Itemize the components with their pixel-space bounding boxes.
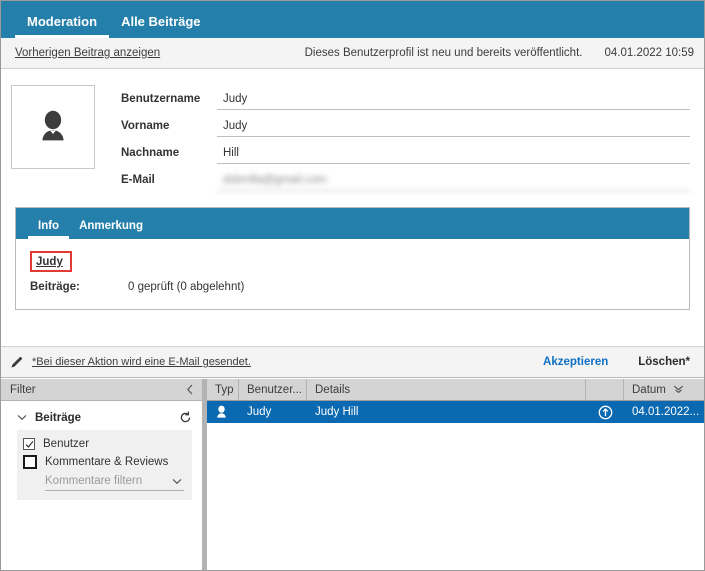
- field-value-vorname[interactable]: Judy: [217, 120, 690, 137]
- field-value-nachname[interactable]: Hill: [217, 147, 690, 164]
- field-label-nachname: Nachname: [121, 147, 217, 164]
- tab-moderation[interactable]: Moderation: [15, 15, 109, 38]
- grid-column-header-flag[interactable]: [586, 379, 624, 400]
- kommentare-filter-placeholder: Kommentare filtern: [45, 475, 166, 487]
- field-value-email[interactable]: dsbmlla@gmail.com: [217, 174, 690, 191]
- tab-anmerkung-label: Anmerkung: [79, 220, 143, 232]
- grid-column-header-details-label: Details: [315, 384, 350, 396]
- grid-cell-details: Judy Hill: [307, 406, 586, 418]
- grid-empty-area: [207, 423, 704, 570]
- grid-column-header-typ[interactable]: Typ: [207, 379, 239, 400]
- grid-cell-datum: 04.01.2022...: [624, 406, 704, 418]
- pencil-icon[interactable]: [9, 355, 24, 370]
- results-grid: Typ Benutzer... Details Datum: [207, 379, 704, 570]
- chevron-down-icon[interactable]: [166, 478, 182, 485]
- detail-row-beitraege: Beiträge: 0 geprüft (0 abgelehnt): [30, 281, 675, 293]
- grid-column-header-typ-label: Typ: [215, 384, 234, 396]
- action-bar: *Bei dieser Aktion wird eine E-Mail gese…: [1, 346, 704, 378]
- filter-checkbox-kommentare-label: Kommentare & Reviews: [45, 456, 168, 468]
- grid-column-header-datum[interactable]: Datum: [624, 379, 704, 400]
- tab-moderation-label: Moderation: [27, 14, 97, 29]
- grid-column-header-benutzer[interactable]: Benutzer...: [239, 379, 307, 400]
- grid-column-header-benutzer-label: Benutzer...: [247, 384, 302, 396]
- detail-key-beitraege: Beiträge:: [30, 281, 128, 293]
- filter-pane: Filter Beiträge: [1, 379, 202, 570]
- field-row-vorname: Vorname Judy: [121, 110, 690, 137]
- field-value-benutzername[interactable]: Judy: [217, 93, 690, 110]
- chevron-left-icon[interactable]: [186, 384, 194, 395]
- email-note-link[interactable]: *Bei dieser Aktion wird eine E-Mail gese…: [32, 356, 251, 368]
- tab-info[interactable]: Info: [28, 220, 69, 239]
- filter-pane-body: Beiträge: [1, 401, 202, 570]
- grid-column-header-datum-label: Datum: [632, 384, 666, 396]
- delete-button[interactable]: Löschen*: [638, 356, 690, 368]
- kommentare-filter-select[interactable]: Kommentare filtern: [45, 474, 184, 491]
- detail-card-tab-bar: Info Anmerkung: [16, 208, 689, 239]
- person-icon: [36, 109, 70, 145]
- profile-fields: Benutzername Judy Vorname Judy Nachname …: [121, 83, 690, 191]
- tab-anmerkung[interactable]: Anmerkung: [69, 220, 153, 239]
- highlighted-user-link[interactable]: Judy: [30, 251, 72, 272]
- avatar: [11, 85, 95, 169]
- tab-alle-beitraege[interactable]: Alle Beiträge: [109, 15, 212, 38]
- sort-descending-icon[interactable]: [673, 385, 684, 394]
- filter-group-box: Benutzer Kommentare & Reviews Kommentare…: [17, 430, 192, 500]
- tab-alle-beitraege-label: Alle Beiträge: [121, 14, 200, 29]
- grid-column-header-details[interactable]: Details: [307, 379, 586, 400]
- person-icon: [215, 405, 228, 419]
- info-strip: Vorherigen Beitrag anzeigen Dieses Benut…: [1, 38, 704, 69]
- grid-cell-typ: [207, 405, 239, 419]
- previous-post-link[interactable]: Vorherigen Beitrag anzeigen: [15, 47, 160, 59]
- filter-checkbox-benutzer-label: Benutzer: [43, 438, 89, 450]
- detail-card: Info Anmerkung Judy Beiträge: 0 geprüft …: [15, 207, 690, 310]
- field-row-benutzername: Benutzername Judy: [121, 83, 690, 110]
- refresh-icon[interactable]: [179, 411, 192, 424]
- grid-header-row: Typ Benutzer... Details Datum: [207, 379, 704, 401]
- highlighted-user-label: Judy: [36, 256, 63, 268]
- tab-info-label: Info: [38, 220, 59, 232]
- moderation-window: Moderation Alle Beiträge Vorherigen Beit…: [0, 0, 705, 571]
- table-row[interactable]: Judy Judy Hill 04.01.2022...: [207, 401, 704, 423]
- filter-checkbox-kommentare[interactable]: Kommentare & Reviews: [23, 455, 184, 469]
- checkbox-checked-icon[interactable]: [23, 438, 35, 450]
- bottom-panel: Filter Beiträge: [1, 379, 704, 570]
- field-label-vorname: Vorname: [121, 120, 217, 137]
- filter-pane-header: Filter: [1, 379, 202, 401]
- detail-card-body: Judy Beiträge: 0 geprüft (0 abgelehnt): [16, 239, 689, 309]
- checkbox-unchecked-icon[interactable]: [23, 455, 37, 469]
- field-label-email: E-Mail: [121, 174, 217, 191]
- chevron-down-icon[interactable]: [17, 414, 27, 421]
- status-text: Dieses Benutzerprofil ist neu und bereit…: [305, 47, 583, 59]
- filter-group-header[interactable]: Beiträge: [17, 411, 192, 424]
- filter-pane-title: Filter: [10, 384, 36, 396]
- filter-checkbox-benutzer[interactable]: Benutzer: [23, 438, 184, 450]
- timestamp: 04.01.2022 10:59: [604, 47, 694, 59]
- circle-arrow-up-icon: [598, 405, 613, 420]
- field-label-benutzername: Benutzername: [121, 93, 217, 110]
- filter-group-label: Beiträge: [35, 412, 81, 424]
- profile-section: Benutzername Judy Vorname Judy Nachname …: [1, 69, 704, 199]
- grid-cell-flag: [586, 405, 624, 420]
- field-row-nachname: Nachname Hill: [121, 137, 690, 164]
- main-tab-bar: Moderation Alle Beiträge: [1, 1, 704, 38]
- detail-value-beitraege: 0 geprüft (0 abgelehnt): [128, 281, 244, 293]
- field-row-email: E-Mail dsbmlla@gmail.com: [121, 164, 690, 191]
- grid-cell-benutzer: Judy: [239, 406, 307, 418]
- accept-button[interactable]: Akzeptieren: [543, 356, 608, 368]
